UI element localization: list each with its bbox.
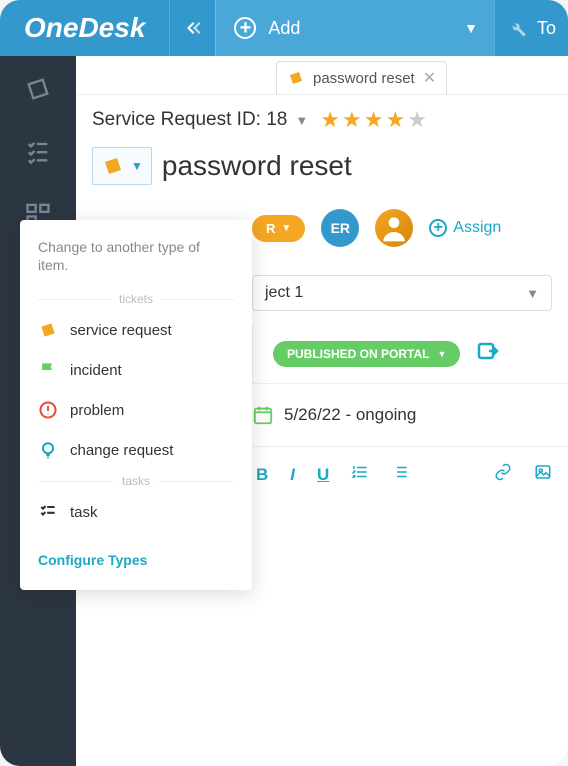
calendar-icon	[252, 404, 274, 426]
tools-label: To	[537, 18, 556, 39]
dd-service-request[interactable]: service request	[20, 310, 252, 350]
image-icon	[534, 463, 552, 481]
header-row: Service Request ID: 18 ▼ ★ ★ ★ ★ ★	[76, 94, 568, 137]
chevron-down-icon: ▼	[464, 20, 478, 36]
chevron-down-icon: ▼	[437, 349, 446, 359]
assign-label: Assign	[453, 219, 501, 237]
lightbulb-icon	[38, 440, 58, 460]
flag-icon	[38, 360, 58, 380]
title-row: ▼	[76, 137, 568, 195]
ticket-icon	[101, 154, 125, 178]
pill-text: R	[266, 221, 275, 236]
ordered-list-icon	[351, 463, 369, 481]
star-rating[interactable]: ★ ★ ★ ★ ★	[320, 107, 427, 133]
star-icon: ★	[342, 107, 362, 133]
unordered-list-button[interactable]	[391, 463, 409, 486]
share-button[interactable]	[476, 339, 500, 369]
dropdown-section-tasks: tasks	[20, 470, 252, 492]
avatar[interactable]	[375, 209, 413, 247]
underline-button[interactable]: U	[317, 465, 329, 485]
dd-item-label: service request	[70, 322, 172, 339]
star-icon: ★	[364, 107, 384, 133]
assign-button[interactable]: + Assign	[429, 219, 501, 237]
request-id[interactable]: Service Request ID: 18 ▼	[92, 109, 308, 131]
link-icon	[494, 463, 512, 481]
add-label: Add	[268, 18, 300, 39]
portal-badge[interactable]: PUBLISHED ON PORTAL ▼	[273, 341, 460, 367]
collapse-sidebar-button[interactable]	[169, 0, 215, 56]
dd-change-request[interactable]: change request	[20, 430, 252, 470]
tools-button[interactable]: To	[494, 0, 568, 56]
dropdown-section-tickets: tickets	[20, 288, 252, 310]
chevron-down-icon: ▼	[526, 286, 539, 301]
ordered-list-button[interactable]	[351, 463, 369, 486]
plus-icon: +	[234, 17, 256, 39]
bold-button[interactable]: B	[256, 465, 268, 485]
chevron-down-icon: ▼	[131, 159, 143, 173]
image-button[interactable]	[534, 463, 552, 486]
add-button[interactable]: + Add ▼	[215, 0, 494, 56]
project-value: ject 1	[265, 284, 303, 302]
request-id-label: Service Request ID: 18	[92, 109, 287, 131]
italic-button[interactable]: I	[290, 465, 295, 485]
wrench-icon	[507, 18, 527, 38]
portal-row: PUBLISHED ON PORTAL ▼	[252, 325, 552, 383]
dd-task[interactable]: task	[20, 492, 252, 532]
alert-icon	[38, 400, 58, 420]
chevron-down-icon: ▼	[281, 223, 291, 234]
dd-problem[interactable]: problem	[20, 390, 252, 430]
avatar[interactable]: ER	[321, 209, 359, 247]
ticket-icon	[287, 69, 305, 87]
checklist-icon	[24, 137, 52, 165]
close-icon[interactable]: ✕	[423, 68, 436, 88]
dropdown-hint: Change to another type of item.	[20, 234, 252, 288]
chevron-left-double-icon	[185, 20, 201, 36]
dd-incident[interactable]: incident	[20, 350, 252, 390]
list-icon	[391, 463, 409, 481]
plus-circle-icon: +	[429, 219, 447, 237]
date-text: 5/26/22 - ongoing	[284, 405, 416, 425]
person-icon	[378, 212, 410, 244]
link-button[interactable]	[494, 463, 512, 486]
tab-bar: password reset ✕	[76, 56, 568, 94]
sidebar-tickets[interactable]	[14, 68, 62, 110]
chevron-down-icon: ▼	[295, 113, 308, 128]
project-select[interactable]: ject 1 ▼	[252, 275, 552, 311]
star-icon: ★	[385, 107, 405, 133]
logo: OneDesk	[0, 12, 169, 44]
ticket-icon	[38, 320, 58, 340]
portal-badge-label: PUBLISHED ON PORTAL	[287, 347, 429, 361]
type-dropdown: Change to another type of item. tickets …	[20, 220, 252, 590]
star-icon: ★	[407, 107, 427, 133]
sidebar-tasks[interactable]	[14, 130, 62, 172]
task-icon	[38, 502, 58, 522]
tab-item[interactable]: password reset ✕	[276, 61, 447, 94]
dd-item-label: change request	[70, 442, 173, 459]
dd-item-label: task	[70, 504, 98, 521]
status-pill[interactable]: R▼	[252, 215, 305, 242]
type-selector[interactable]: ▼	[92, 147, 152, 185]
star-icon: ★	[320, 107, 340, 133]
export-icon	[476, 339, 500, 363]
configure-types-link[interactable]: Configure Types	[20, 532, 252, 576]
ticket-icon	[24, 75, 52, 103]
topbar: OneDesk + Add ▼ To	[0, 0, 568, 56]
dd-item-label: incident	[70, 362, 122, 379]
title-input[interactable]	[162, 150, 552, 182]
dd-item-label: problem	[70, 402, 124, 419]
tab-label: password reset	[313, 70, 415, 87]
